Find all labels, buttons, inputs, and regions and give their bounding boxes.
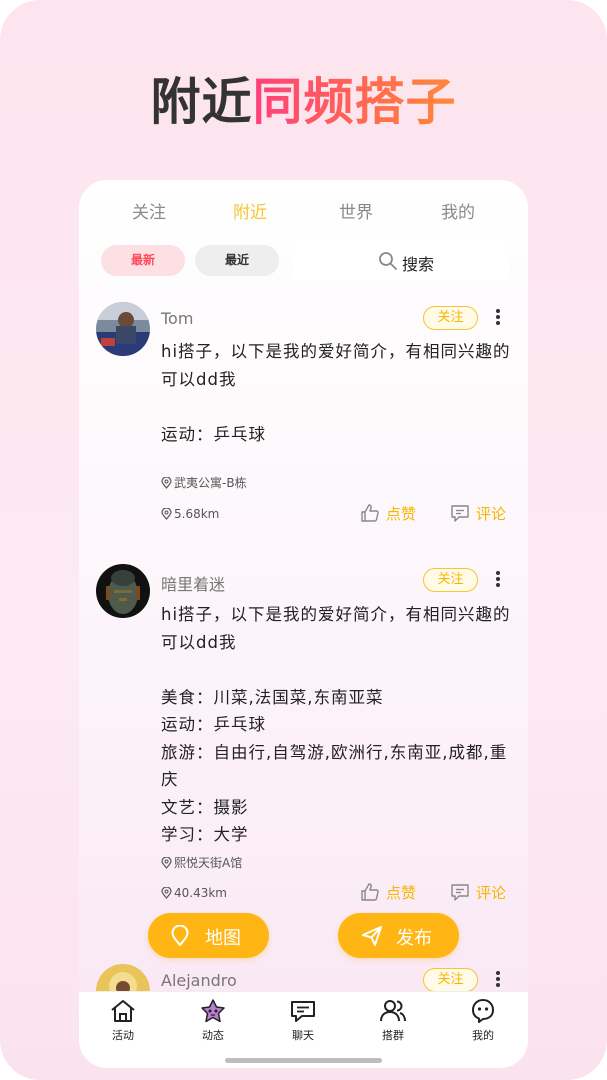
like-button[interactable]: 点赞: [360, 882, 416, 903]
tab-nearby[interactable]: 附近: [233, 198, 267, 223]
face-icon: [472, 999, 494, 1023]
post-distance: 5.68km: [161, 507, 219, 521]
send-icon: [362, 926, 382, 946]
tab-world[interactable]: 世界: [339, 198, 373, 223]
avatar[interactable]: [96, 564, 150, 618]
home-icon: [111, 1000, 135, 1022]
tab-follow[interactable]: 关注: [132, 198, 166, 223]
comment-icon: [451, 505, 469, 522]
comment-icon: [451, 884, 469, 901]
post-distance: 40.43km: [161, 886, 227, 900]
post-author-name[interactable]: Tom: [161, 309, 193, 328]
tab-profile[interactable]: 我的: [453, 998, 513, 1043]
follow-button[interactable]: 关注: [423, 968, 478, 992]
post-author-name[interactable]: Alejandro: [161, 971, 237, 990]
post-author-name[interactable]: 暗里着迷: [161, 571, 225, 595]
follow-button[interactable]: 关注: [423, 568, 478, 592]
location-pin-icon: [161, 856, 172, 869]
publish-button[interactable]: 发布: [338, 913, 459, 958]
tab-moments[interactable]: 动态: [183, 998, 243, 1043]
bottom-tab-bar: 活动 动态 聊天 搭群 我的: [79, 991, 528, 1068]
phone-screen: 关注 附近 世界 我的 最新 最近 搜索 Tom 关注 hi搭子，以下是我的爱好…: [79, 180, 528, 1068]
filter-latest-button[interactable]: 最新: [101, 245, 185, 276]
location-pin-icon: [161, 507, 172, 520]
more-options-icon[interactable]: [491, 969, 505, 989]
avatar[interactable]: [96, 302, 150, 356]
map-button[interactable]: 地图: [148, 913, 269, 958]
home-indicator: [225, 1058, 382, 1063]
search-placeholder: 搜索: [402, 255, 435, 274]
feed-tabs: 关注 附近 世界 我的: [79, 198, 528, 228]
search-icon: [379, 252, 397, 270]
post-text: hi搭子，以下是我的爱好简介，有相同兴趣的可以dd我 美食：川菜,法国菜,东南亚…: [161, 605, 511, 844]
post-location: 武夷公寓-B栋: [161, 474, 247, 491]
follow-button[interactable]: 关注: [423, 306, 478, 330]
location-pin-icon: [161, 886, 172, 899]
filter-recent-button[interactable]: 最近: [195, 245, 279, 276]
post-location: 熙悦天街A馆: [161, 854, 242, 871]
star-mascot-icon: [201, 999, 225, 1023]
chat-icon: [291, 1001, 315, 1022]
map-pin-icon: [171, 925, 189, 946]
headline: 附近同频搭子: [0, 62, 607, 134]
like-button[interactable]: 点赞: [360, 503, 416, 524]
headline-part1: 附近: [150, 73, 253, 131]
tab-mine[interactable]: 我的: [441, 198, 475, 223]
comment-button[interactable]: 评论: [450, 882, 506, 903]
tab-groups[interactable]: 搭群: [363, 998, 423, 1043]
more-options-icon[interactable]: [491, 307, 505, 327]
more-options-icon[interactable]: [491, 569, 505, 589]
comment-button[interactable]: 评论: [450, 503, 506, 524]
app-showcase-background: 附近同频搭子 关注 附近 世界 我的 最新 最近 搜索 Tom 关注 hi搭子，…: [0, 0, 607, 1080]
post-text: hi搭子，以下是我的爱好简介，有相同兴趣的可以dd我 运动：乒乓球: [161, 342, 511, 444]
search-input[interactable]: 搜索: [294, 240, 510, 281]
group-icon: [380, 1000, 406, 1022]
headline-part2: 同频搭子: [252, 73, 457, 131]
location-pin-icon: [161, 476, 172, 489]
tab-chat[interactable]: 聊天: [273, 998, 333, 1043]
tab-activity[interactable]: 活动: [93, 998, 153, 1043]
thumbs-up-icon: [361, 504, 379, 522]
thumbs-up-icon: [361, 883, 379, 901]
